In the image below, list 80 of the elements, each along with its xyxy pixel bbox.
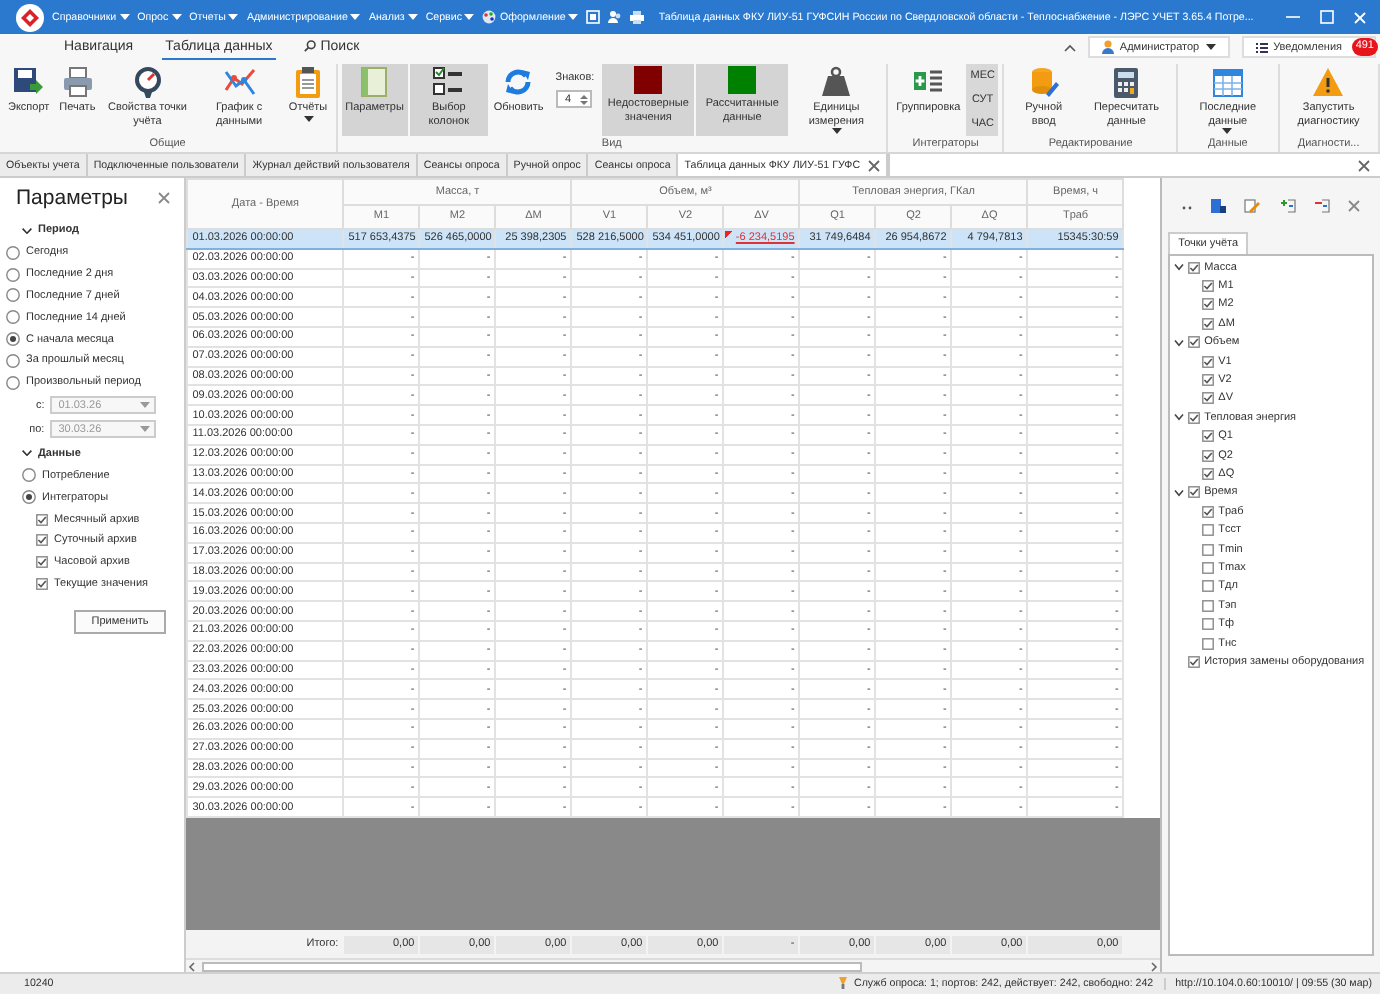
caret-icon	[831, 128, 842, 134]
user-icon	[1101, 40, 1114, 54]
panel-title: Параметры	[16, 186, 128, 210]
checkbox[interactable]	[1188, 336, 1201, 349]
checkbox[interactable]	[1202, 430, 1215, 443]
checkbox[interactable]	[1202, 280, 1215, 293]
more-icon[interactable]	[1181, 203, 1192, 209]
close-icon[interactable]	[1358, 159, 1370, 171]
caret-icon	[171, 14, 182, 20]
remove-icon[interactable]	[1314, 198, 1331, 214]
close-icon[interactable]	[1348, 200, 1361, 212]
warning-icon	[1312, 66, 1345, 98]
checkbox[interactable]	[1202, 317, 1215, 330]
checkbox[interactable]	[1202, 392, 1215, 405]
minimize-icon[interactable]	[1286, 10, 1300, 24]
caret-icon	[303, 115, 314, 121]
edit-icon[interactable]	[1244, 198, 1261, 214]
checkbox[interactable]	[1202, 374, 1215, 387]
checkbox[interactable]	[1188, 411, 1201, 424]
checkbox[interactable]	[1202, 580, 1215, 593]
caret-icon	[407, 14, 418, 20]
expander-icon[interactable]	[1174, 337, 1185, 348]
chevron-down-icon	[22, 450, 32, 457]
caret-icon	[140, 402, 151, 409]
database-icon	[1027, 66, 1060, 98]
search-icon	[304, 40, 317, 52]
caret-icon	[228, 14, 239, 20]
printer-icon	[61, 66, 94, 98]
caret-icon	[1222, 128, 1233, 134]
checkbox[interactable]	[1202, 467, 1215, 480]
window-icon[interactable]	[586, 10, 601, 24]
close-icon[interactable]	[868, 159, 881, 171]
caret-icon	[350, 14, 361, 20]
checkbox[interactable]	[1202, 618, 1215, 631]
checkbox[interactable]	[1188, 261, 1201, 274]
collapse-icon[interactable]	[1063, 43, 1076, 51]
checkbox[interactable]	[1202, 561, 1215, 574]
floppy-icon	[12, 66, 45, 98]
list-icon	[1255, 41, 1268, 53]
checklist-icon	[432, 66, 465, 98]
chart-icon	[223, 66, 256, 98]
scroll-left-icon[interactable]	[188, 961, 197, 972]
spin-arrows-icon	[580, 93, 589, 105]
checkbox[interactable]	[1202, 355, 1215, 368]
chevron-down-icon	[22, 227, 32, 233]
checkbox[interactable]	[1202, 524, 1215, 537]
horizontal-scrollbar[interactable]	[186, 958, 1161, 973]
weight-icon	[820, 66, 853, 98]
maximize-icon[interactable]	[1320, 10, 1334, 24]
caret-icon	[464, 14, 475, 20]
database-icon[interactable]	[1210, 198, 1227, 214]
refresh-icon	[502, 66, 535, 98]
printer-icon[interactable]	[630, 10, 645, 24]
calculator-icon	[1110, 66, 1143, 98]
scroll-right-icon[interactable]	[1150, 961, 1159, 972]
palette-icon	[482, 10, 497, 24]
checkbox[interactable]	[1188, 486, 1201, 499]
checkbox[interactable]	[1202, 599, 1215, 612]
clipboard-icon	[292, 66, 325, 98]
add-icon[interactable]	[1279, 198, 1296, 214]
book-icon	[358, 66, 391, 98]
gauge-icon	[131, 66, 164, 98]
checkbox[interactable]	[1188, 655, 1201, 668]
expander-icon[interactable]	[1174, 412, 1185, 423]
checkbox[interactable]	[1202, 505, 1215, 518]
checkbox[interactable]	[1202, 637, 1215, 649]
close-icon[interactable]	[158, 192, 171, 204]
grouping-icon	[912, 66, 945, 98]
users-icon[interactable]	[608, 10, 623, 24]
calendar-icon	[1211, 66, 1244, 98]
expander-icon[interactable]	[1174, 487, 1185, 498]
expander-icon[interactable]	[1174, 262, 1185, 273]
bulb-icon	[838, 976, 849, 991]
caret-icon	[568, 14, 579, 20]
caret-icon	[1205, 44, 1216, 50]
checkbox[interactable]	[1202, 449, 1215, 462]
caret-icon	[119, 14, 130, 20]
caret-icon	[140, 426, 151, 433]
checkbox[interactable]	[1202, 298, 1215, 311]
checkbox[interactable]	[1202, 543, 1215, 556]
